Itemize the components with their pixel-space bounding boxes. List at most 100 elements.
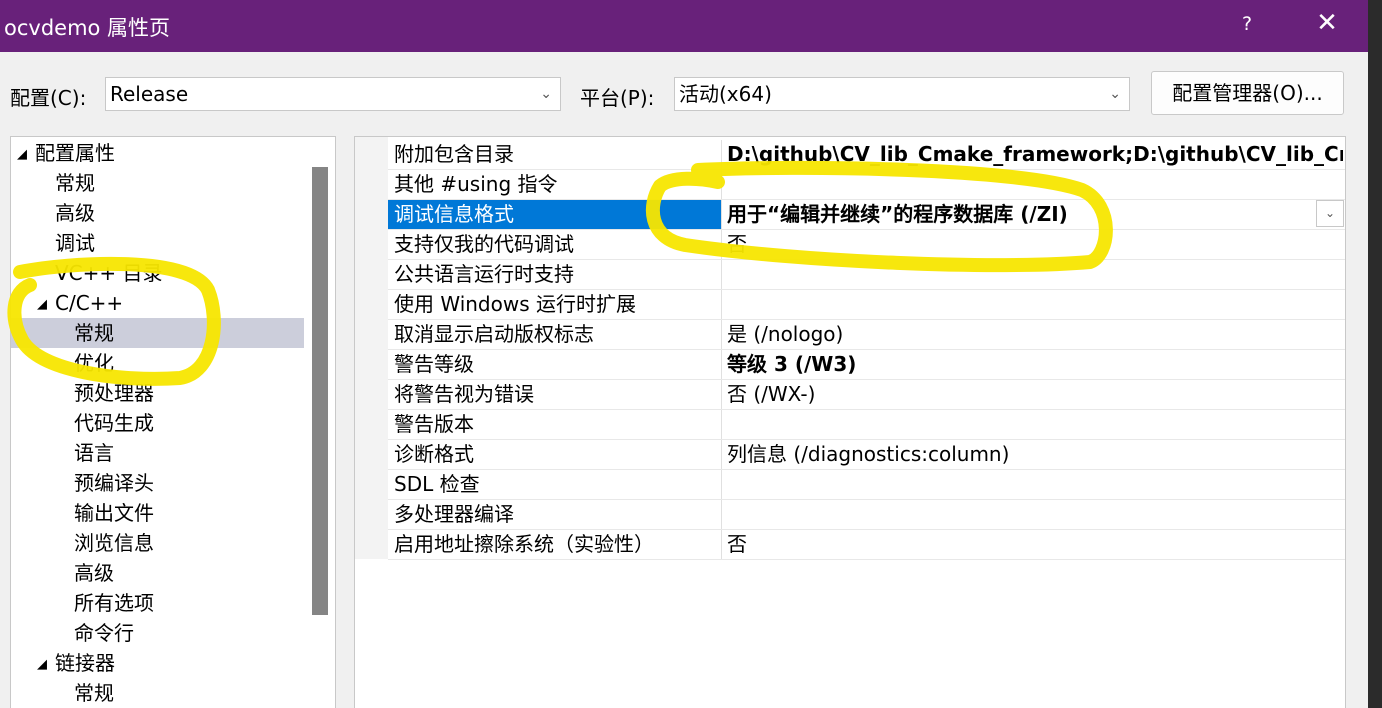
tree-item-cpp-advanced[interactable]: 高级 [74,558,114,588]
property-row-using-directives[interactable]: 其他 #using 指令 [388,170,1345,200]
tree-item-command-line[interactable]: 命令行 [74,618,134,648]
tree-item-linker-general[interactable]: 常规 [74,678,114,708]
property-value[interactable] [723,290,1343,319]
tree-item-label: 链接器 [55,651,115,675]
chevron-down-icon: ⌄ [540,86,552,102]
property-name: 启用地址擦除系统（实验性） [388,530,722,559]
tree-item-precompiled-headers[interactable]: 预编译头 [74,468,154,498]
tree-item-label: 浏览信息 [74,531,154,555]
property-name: 公共语言运行时支持 [388,260,722,289]
property-pages-dialog: ocvdemo 属性页 ? ✕ 配置(C): Release ⌄ 平台(P): … [0,0,1368,708]
property-row-warnings-as-errors[interactable]: 将警告视为错误 否 (/WX-) [388,380,1345,410]
property-value[interactable]: 否 [723,530,1343,559]
tree-item-cpp[interactable]: ◢ C/C++ [37,288,123,318]
configuration-manager-button[interactable]: 配置管理器(O)... [1151,71,1344,115]
property-row-suppress-banner[interactable]: 取消显示启动版权标志 是 (/nologo) [388,320,1345,350]
platform-label: 平台(P): [580,86,655,110]
tree-item-label: 优化 [74,351,114,375]
property-value[interactable] [723,260,1343,289]
tree-item-label: 配置属性 [35,141,115,165]
configuration-dropdown[interactable]: Release ⌄ [105,77,561,111]
tree-item-advanced[interactable]: 高级 [55,198,95,228]
configuration-label: 配置(C): [10,86,87,110]
tree-item-preprocessor[interactable]: 预处理器 [74,378,154,408]
tree-item-optimization[interactable]: 优化 [74,348,114,378]
tree-item-linker[interactable]: ◢ 链接器 [37,648,115,678]
property-row-address-sanitizer[interactable]: 启用地址擦除系统（实验性） 否 [388,530,1345,560]
property-row-additional-include-dirs[interactable]: 附加包含目录 D:\github\CV_lib_Cmake_framework;… [388,140,1345,170]
property-row-clr-support[interactable]: 公共语言运行时支持 [388,260,1345,290]
tree-item-language[interactable]: 语言 [74,438,114,468]
tree-scrollbar-thumb[interactable] [312,167,328,615]
chevron-down-icon: ⌄ [1109,86,1121,102]
property-name: 使用 Windows 运行时扩展 [388,290,722,319]
tree-item-label: 常规 [55,171,95,195]
grid-gutter [355,137,388,559]
property-value[interactable] [723,410,1343,439]
property-name: 多处理器编译 [388,500,722,529]
property-tree: ◢ 配置属性 常规 高级 调试 VC++ 目录 ◢ C/C++ 常规 优化 预处理器… [10,136,336,708]
property-row-sdl-checks[interactable]: SDL 检查 [388,470,1345,500]
property-name: SDL 检查 [388,470,722,499]
property-value[interactable]: 用于“编辑并继续”的程序数据库 (/ZI) [723,200,1343,229]
tree-item-label: 常规 [74,321,114,345]
property-row-warning-version[interactable]: 警告版本 [388,410,1345,440]
platform-value: 活动(x64) [679,82,772,106]
property-name: 支持仅我的代码调试 [388,230,722,259]
property-value[interactable]: 等级 3 (/W3) [723,350,1343,379]
property-row-diagnostics-format[interactable]: 诊断格式 列信息 (/diagnostics:column) [388,440,1345,470]
tree-item-label: C/C++ [55,291,124,315]
title-bar: ocvdemo 属性页 ? ✕ [0,0,1368,52]
property-row-just-my-code[interactable]: 支持仅我的代码调试 否 [388,230,1345,260]
property-name: 调试信息格式 [388,200,722,229]
property-grid: 附加包含目录 D:\github\CV_lib_Cmake_framework;… [354,136,1346,708]
tree-item-code-generation[interactable]: 代码生成 [74,408,154,438]
dialog-title: ocvdemo 属性页 [4,16,171,40]
property-value[interactable] [723,470,1343,499]
tree-item-vc-directories[interactable]: VC++ 目录 [55,258,163,288]
platform-dropdown[interactable]: 活动(x64) ⌄ [674,77,1130,111]
expander-icon[interactable]: ◢ [37,650,55,680]
tree-item-label: VC++ 目录 [55,261,163,285]
property-value[interactable]: D:\github\CV_lib_Cmake_framework;D:\gith… [723,140,1343,169]
expander-icon[interactable]: ◢ [17,140,35,170]
property-value[interactable]: 是 (/nologo) [723,320,1343,349]
property-row-debug-info-format[interactable]: 调试信息格式 用于“编辑并继续”的程序数据库 (/ZI) ⌄ [388,200,1345,230]
property-row-multiprocessor-compile[interactable]: 多处理器编译 [388,500,1345,530]
tree-item-cpp-general[interactable]: 常规 [11,318,304,348]
tree-item-config-properties[interactable]: ◢ 配置属性 [17,138,115,168]
property-value[interactable]: 列信息 (/diagnostics:column) [723,440,1343,469]
property-row-warning-level[interactable]: 警告等级 等级 3 (/W3) [388,350,1345,380]
property-name: 取消显示启动版权标志 [388,320,722,349]
property-value[interactable]: 否 (/WX-) [723,380,1343,409]
tree-item-general[interactable]: 常规 [55,168,95,198]
tree-item-debugging[interactable]: 调试 [55,228,95,258]
property-name: 将警告视为错误 [388,380,722,409]
property-value[interactable] [723,500,1343,529]
property-value[interactable] [723,170,1343,199]
tree-item-label: 所有选项 [74,591,154,615]
property-name: 警告等级 [388,350,722,379]
expander-icon[interactable]: ◢ [37,290,55,320]
tree-item-label: 语言 [74,441,114,465]
property-name: 诊断格式 [388,440,722,469]
property-value[interactable]: 否 [723,230,1343,259]
tree-item-browse-information[interactable]: 浏览信息 [74,528,154,558]
property-name: 其他 #using 指令 [388,170,722,199]
tree-item-label: 输出文件 [74,501,154,525]
configuration-value: Release [110,82,189,106]
tree-item-label: 高级 [55,201,95,225]
property-row-windows-runtime-ext[interactable]: 使用 Windows 运行时扩展 [388,290,1345,320]
close-button[interactable]: ✕ [1312,8,1342,38]
property-name: 警告版本 [388,410,722,439]
tree-item-all-options[interactable]: 所有选项 [74,588,154,618]
tree-item-output-files[interactable]: 输出文件 [74,498,154,528]
tree-item-label: 调试 [55,231,95,255]
tree-item-label: 高级 [74,561,114,585]
tree-item-label: 预编译头 [74,471,154,495]
tree-item-label: 命令行 [74,621,134,645]
tree-item-label: 代码生成 [74,411,154,435]
property-name: 附加包含目录 [388,140,722,169]
chevron-down-icon[interactable]: ⌄ [1316,200,1344,227]
help-button[interactable]: ? [1236,13,1258,35]
